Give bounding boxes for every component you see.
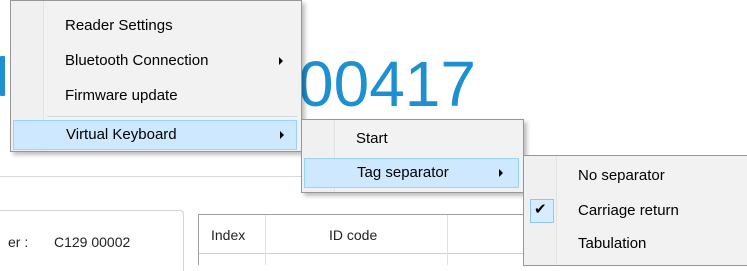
- accent-mark: [0, 56, 5, 96]
- menu-item-reader-settings[interactable]: Reader Settings: [13, 12, 297, 40]
- menu-item-label: Carriage return: [578, 202, 679, 219]
- submenu-arrow-icon: [279, 57, 283, 65]
- checkmark-icon: ✔: [534, 201, 547, 218]
- grid-header-id-code[interactable]: ID code: [329, 227, 377, 243]
- menu-item-tag-separator[interactable]: Tag separator: [304, 158, 519, 188]
- menu-item-bluetooth-connection[interactable]: Bluetooth Connection: [13, 47, 297, 75]
- submenu-arrow-icon: [499, 169, 503, 177]
- tag-count-display: 00417: [298, 48, 476, 120]
- tag-separator-submenu: No separator ✔ Carriage return Tabulatio…: [523, 155, 747, 266]
- menu-item-label: Tag separator: [357, 164, 449, 181]
- menu-item-label: Tabulation: [578, 235, 647, 252]
- menu-item-label: Bluetooth Connection: [65, 52, 209, 69]
- menu-item-label: Start: [356, 130, 388, 147]
- menu-separator: [47, 116, 297, 117]
- reader-number-value: C129 00002: [54, 234, 131, 250]
- submenu-arrow-icon: [280, 131, 284, 139]
- menu-item-label: Virtual Keyboard: [66, 126, 177, 143]
- menu-item-virtual-keyboard[interactable]: Virtual Keyboard: [13, 120, 297, 150]
- check-indicator: ✔: [530, 199, 554, 223]
- menu-item-start[interactable]: Start: [304, 125, 519, 153]
- menu-item-label: No separator: [578, 167, 665, 184]
- menu-item-firmware-update[interactable]: Firmware update: [13, 82, 297, 110]
- menu-item-label: Firmware update: [65, 87, 178, 104]
- virtual-keyboard-submenu: Start Tag separator: [301, 119, 524, 193]
- menu-item-tabulation[interactable]: Tabulation: [526, 230, 747, 258]
- context-menu: Reader Settings Bluetooth Connection Fir…: [10, 0, 302, 152]
- menu-item-label: Reader Settings: [65, 17, 173, 34]
- menu-item-carriage-return[interactable]: ✔ Carriage return: [526, 197, 747, 225]
- menu-item-no-separator[interactable]: No separator: [526, 162, 747, 190]
- grid-header-index[interactable]: Index: [211, 227, 245, 243]
- reader-number-label: er :: [8, 234, 29, 250]
